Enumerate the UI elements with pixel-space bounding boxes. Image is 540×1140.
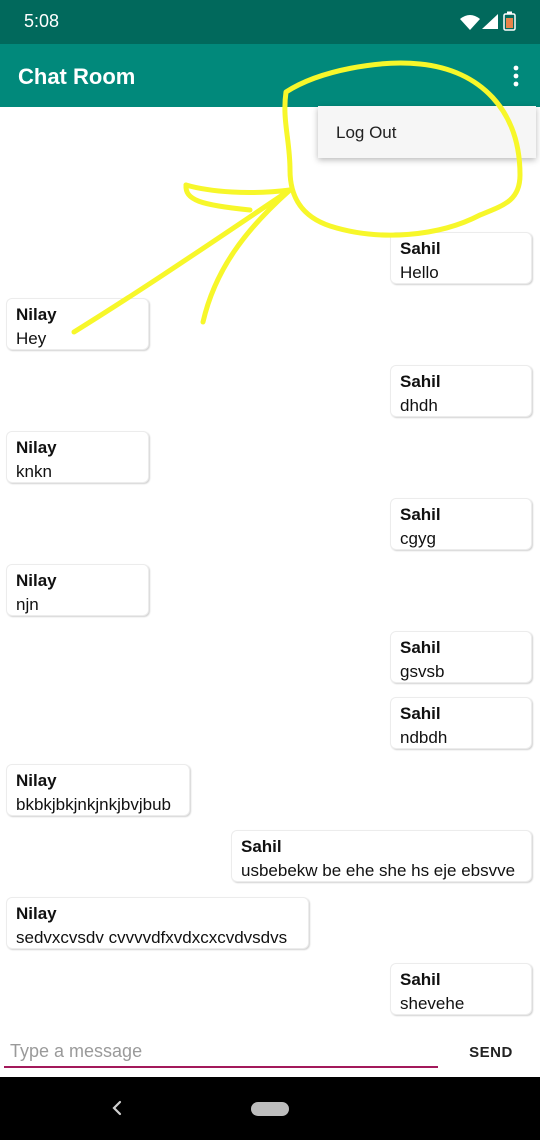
- message-sender: Sahil: [400, 704, 441, 723]
- message-bubble: Sahil dhdh: [390, 365, 532, 417]
- message-bubble: Sahil ndbdh: [390, 697, 532, 749]
- message-bubble: Sahil gsvsb: [390, 631, 532, 683]
- page-title: Chat Room: [18, 64, 136, 89]
- message-sender: Nilay: [16, 571, 57, 590]
- status-icons: [458, 10, 520, 34]
- status-bar: 5:08: [0, 0, 540, 44]
- send-button[interactable]: SEND: [456, 1036, 526, 1068]
- message-sender: Sahil: [241, 837, 282, 856]
- message-bubble: Nilay njn: [6, 564, 149, 616]
- message-bubble: Sahil usbebekw be ehe she hs eje ebsvve: [231, 830, 532, 882]
- message-list[interactable]: Sahil Hello Nilay Hey Sahil dhdh Nilay k…: [0, 107, 540, 1032]
- menu-item-log-out[interactable]: Log Out: [336, 123, 397, 143]
- signal-icon: [482, 14, 498, 29]
- home-pill-button[interactable]: [251, 1102, 289, 1116]
- message-text: Hey: [16, 329, 47, 348]
- message-bubble: Nilay knkn: [6, 431, 149, 483]
- message-text: bkbkjbkjnkjnkjbvjbub: [16, 795, 171, 814]
- message-text: dhdh: [400, 396, 438, 415]
- message-sender: Sahil: [400, 638, 441, 657]
- chevron-left-icon: [112, 1100, 122, 1116]
- message-text: cgyg: [400, 529, 436, 548]
- message-sender: Nilay: [16, 438, 57, 457]
- message-text: ndbdh: [400, 728, 448, 747]
- more-vert-icon: [513, 65, 519, 87]
- message-sender: Nilay: [16, 904, 57, 923]
- overflow-menu-button[interactable]: [506, 64, 526, 88]
- message-input[interactable]: [4, 1036, 438, 1068]
- message-bubble: Nilay Hey: [6, 298, 149, 350]
- message-bubble: Sahil shevehe: [390, 963, 532, 1015]
- system-nav-bar: [0, 1077, 540, 1140]
- message-text: njn: [16, 595, 39, 614]
- message-bubble: Nilay sedvxcvsdv cvvvvdfxvdxcxcvdvsdvs: [6, 897, 309, 949]
- wifi-icon: [460, 15, 480, 30]
- message-bubble: Sahil Hello: [390, 232, 532, 284]
- message-text: Hello: [400, 263, 439, 282]
- message-sender: Sahil: [400, 970, 441, 989]
- message-text: usbebekw be ehe she hs eje ebsvve: [241, 861, 516, 880]
- message-text: sedvxcvsdv cvvvvdfxvdxcxcvdvsdvs: [16, 928, 288, 947]
- message-text: gsvsb: [400, 662, 445, 681]
- message-bubble: Nilay bkbkjbkjnkjnkjbvjbub: [6, 764, 190, 816]
- message-sender: Sahil: [400, 505, 441, 524]
- message-text: knkn: [16, 462, 52, 481]
- message-sender: Sahil: [400, 239, 441, 258]
- battery-icon: [503, 11, 516, 31]
- message-bubble: Sahil cgyg: [390, 498, 532, 550]
- message-sender: Nilay: [16, 305, 57, 324]
- back-button[interactable]: [106, 1097, 128, 1119]
- overflow-popup-menu: Log Out: [318, 106, 536, 158]
- message-composer: SEND: [0, 1032, 540, 1077]
- message-text: shevehe: [400, 994, 465, 1013]
- message-sender: Sahil: [400, 372, 441, 391]
- status-time: 5:08: [24, 11, 60, 31]
- app-bar: Chat Room: [0, 44, 540, 107]
- message-sender: Nilay: [16, 771, 57, 790]
